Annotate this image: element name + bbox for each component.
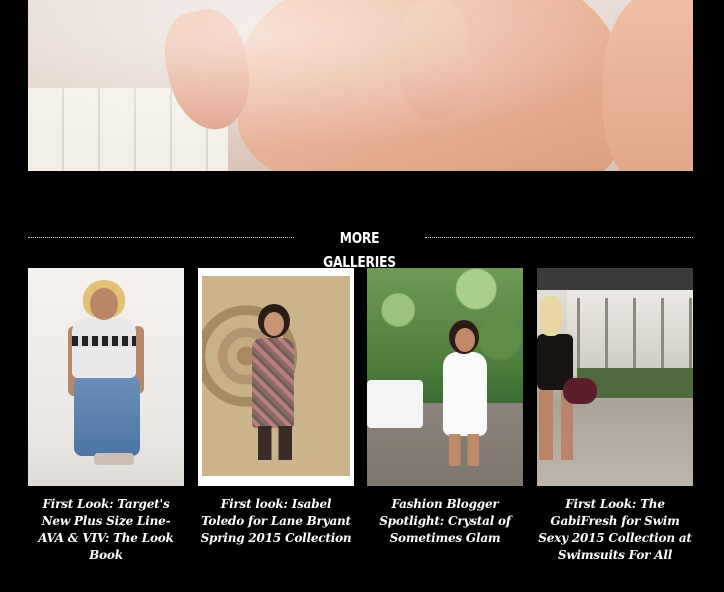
gallery-thumbnail[interactable] <box>28 268 184 486</box>
hero-photo <box>28 0 693 171</box>
figure-bag <box>563 378 597 404</box>
hero-tulle-overlay <box>28 0 693 171</box>
figure-face <box>90 288 118 320</box>
figure-legs <box>449 434 479 466</box>
gallery-card[interactable]: First look: Isabel Toledo for Lane Bryan… <box>198 268 354 547</box>
figure-face <box>264 312 284 336</box>
figure-top <box>72 318 136 378</box>
gallery-thumbnail[interactable] <box>198 268 354 486</box>
building-roof <box>537 268 693 290</box>
building-columns <box>577 298 693 376</box>
figure-dress <box>252 338 294 428</box>
figure-face <box>455 328 475 352</box>
gallery-thumbnail[interactable] <box>537 268 693 486</box>
gallery-card[interactable]: First Look: Target's New Plus Size Line-… <box>28 268 184 564</box>
figure-hair <box>539 296 563 336</box>
more-galleries-header: MORE GALLERIES <box>28 226 693 271</box>
gallery-title-link[interactable]: First Look: Target's New Plus Size Line-… <box>28 496 184 564</box>
dotted-divider-right <box>425 237 693 238</box>
white-table <box>367 380 423 428</box>
gallery-title-link[interactable]: Fashion Blogger Spotlight: Crystal of So… <box>367 496 523 547</box>
figure-legs <box>258 426 292 460</box>
gallery-title-link[interactable]: First Look: The GabiFresh for Swim Sexy … <box>537 496 693 564</box>
gallery-card[interactable]: Fashion Blogger Spotlight: Crystal of So… <box>367 268 523 547</box>
gallery-card[interactable]: First Look: The GabiFresh for Swim Sexy … <box>537 268 693 564</box>
gallery-thumbnail[interactable] <box>367 268 523 486</box>
figure-jeans <box>74 376 140 456</box>
figure-top-pattern <box>72 336 136 346</box>
figure-shoes <box>94 453 134 465</box>
dotted-divider-left <box>28 237 294 238</box>
figure-dress <box>443 352 487 436</box>
section-heading: MORE GALLERIES <box>323 229 396 271</box>
gallery-title-link[interactable]: First look: Isabel Toledo for Lane Bryan… <box>198 496 354 547</box>
